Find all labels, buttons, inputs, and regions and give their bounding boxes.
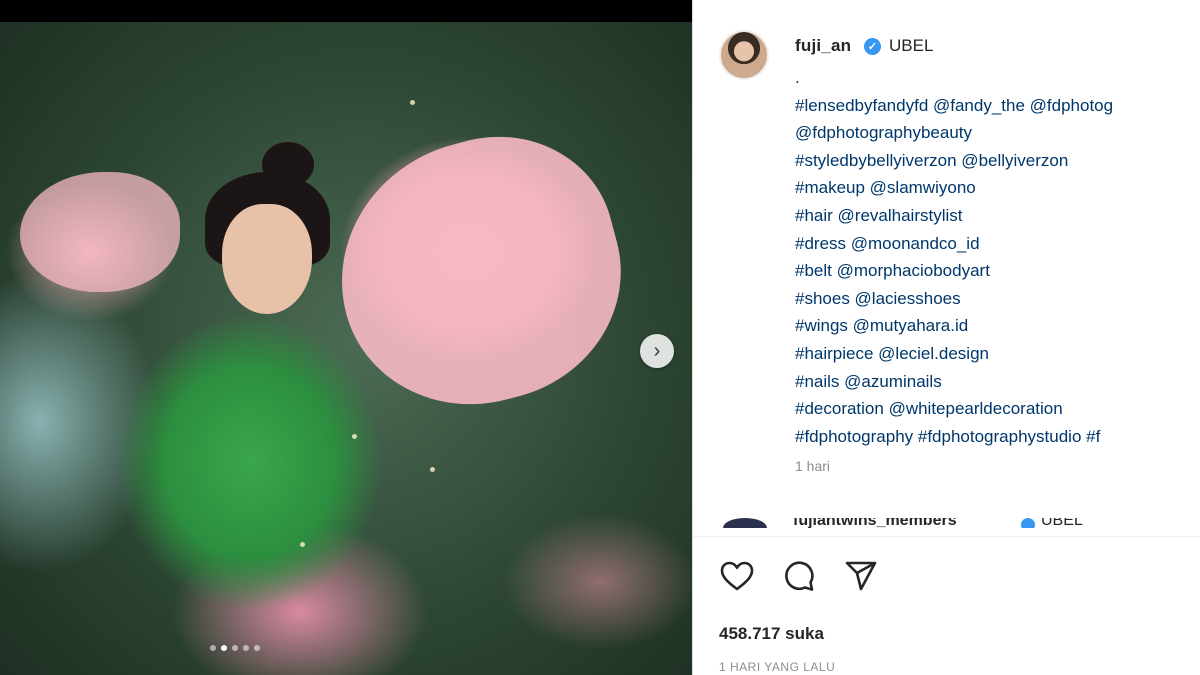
caption-line[interactable]: #nails @azuminails [795, 368, 1200, 396]
comment-location: UBEL [1041, 518, 1083, 528]
caption-line[interactable]: #makeup @slamwiyono [795, 174, 1200, 202]
caption-line[interactable]: #decoration @whitepearldecoration [795, 395, 1200, 423]
carousel-dot [232, 645, 238, 651]
carousel-dot [210, 645, 216, 651]
username[interactable]: fuji_an [795, 36, 851, 56]
next-comment-preview: fujiantwins_members UBEL [719, 518, 1189, 528]
comment-button[interactable] [781, 558, 817, 594]
caption-time[interactable]: 1 hari [795, 458, 830, 474]
sparkle [352, 434, 357, 439]
like-button[interactable] [719, 558, 755, 594]
sparkle [430, 467, 435, 472]
carousel-dot [254, 645, 260, 651]
post-media[interactable]: › [0, 0, 692, 675]
caption-line[interactable]: #wings @mutyahara.id [795, 312, 1200, 340]
caption-line[interactable]: #fdphotography #fdphotographystudio #f [795, 423, 1200, 451]
avatar[interactable] [723, 518, 767, 528]
caption-line[interactable]: #shoes @laciesshoes [795, 285, 1200, 313]
caption-line[interactable]: #hair @revalhairstylist [795, 202, 1200, 230]
verified-badge-icon [1021, 518, 1035, 528]
caption-line[interactable]: @fdphotographybeauty [795, 119, 1200, 147]
caption-line[interactable]: #belt @morphaciobodyart [795, 257, 1200, 285]
pink-flower [311, 110, 649, 434]
comment-username[interactable]: fujiantwins_members [793, 518, 957, 528]
caption-line[interactable]: #dress @moonandco_id [795, 230, 1200, 258]
heart-icon [720, 561, 754, 591]
carousel-dots [210, 645, 260, 651]
caption-line[interactable]: #lensedbyfandyfd @fandy_the @fdphotog [795, 92, 1200, 120]
divider [693, 536, 1200, 537]
post-details-panel: fuji_an ✓ UBEL . #lensedbyfandyfd @fandy… [692, 0, 1200, 675]
action-bar [719, 558, 879, 594]
sparkle [410, 100, 415, 105]
carousel-dot [243, 645, 249, 651]
post-timestamp[interactable]: 1 HARI YANG LALU [719, 660, 835, 674]
caption-line: . [795, 68, 800, 87]
next-photo-button[interactable]: › [640, 334, 674, 368]
carousel-dot-active [221, 645, 227, 651]
comment-icon [785, 561, 814, 591]
avatar[interactable] [719, 30, 769, 80]
caption-line[interactable]: #hairpiece @leciel.design [795, 340, 1200, 368]
location[interactable]: UBEL [889, 36, 933, 56]
post-photo [0, 22, 692, 675]
verified-badge-icon: ✓ [864, 38, 881, 55]
caption-line[interactable]: #styledbybellyiverzon @bellyiverzon [795, 147, 1200, 175]
likes-count[interactable]: 458.717 suka [719, 624, 824, 644]
face [222, 204, 312, 314]
chevron-right-icon: › [653, 340, 661, 362]
share-icon [845, 561, 877, 591]
caption: . #lensedbyfandyfd @fandy_the @fdphotog … [795, 64, 1200, 450]
share-button[interactable] [843, 558, 879, 594]
sparkle [300, 542, 305, 547]
pink-flower-left [20, 172, 180, 292]
